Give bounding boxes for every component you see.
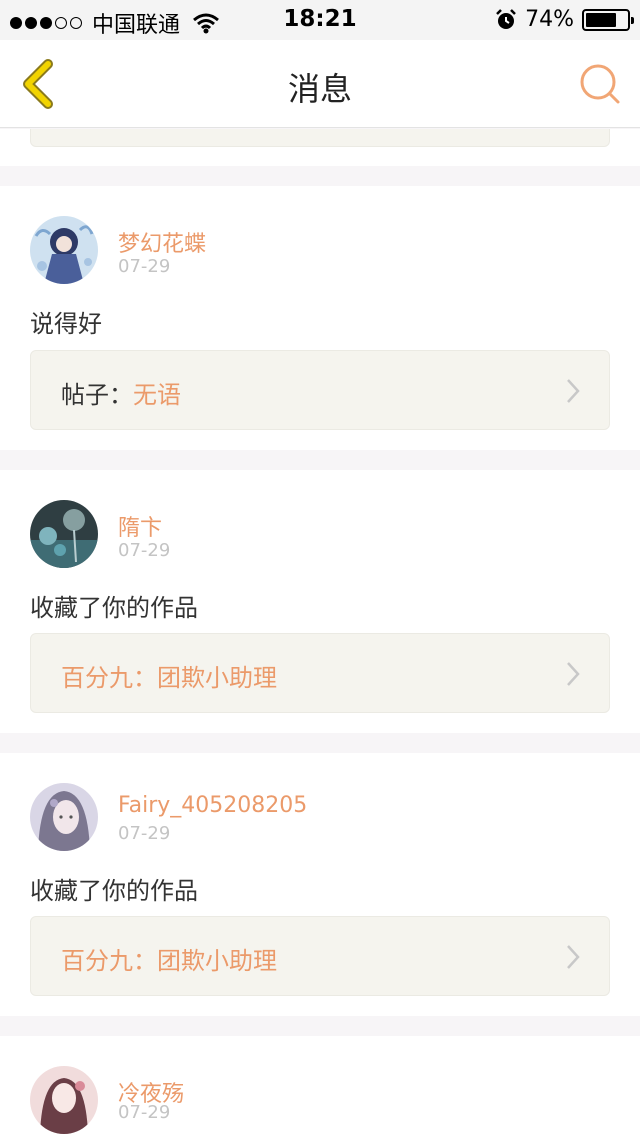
avatar[interactable]: [30, 500, 98, 568]
post-reference[interactable]: 百分九：团欺小助理: [30, 916, 610, 996]
battery-icon: [582, 8, 634, 31]
post-reference[interactable]: 帖子：无语: [30, 350, 610, 430]
reference-title: 百分九：团欺小助理: [61, 947, 277, 975]
timestamp: 07-29: [118, 823, 171, 844]
chevron-right-icon: [567, 945, 580, 969]
reference-label: 帖子：: [61, 381, 133, 409]
avatar[interactable]: [30, 783, 98, 851]
avatar[interactable]: [30, 1066, 98, 1134]
list-item: Fairy_405208205 07-29 收藏了你的作品 百分九：团欺小助理: [0, 753, 640, 1016]
navigation-bar: 消息: [0, 40, 640, 128]
reference-title: 无语: [133, 381, 181, 409]
battery-percent: 74%: [525, 7, 574, 32]
list-item: 梦幻花蝶 07-29 说得好 帖子：无语: [0, 186, 640, 450]
post-reference[interactable]: 百分九：团欺小助理: [30, 633, 610, 713]
search-icon[interactable]: [578, 62, 622, 106]
list-item: [0, 129, 640, 166]
chevron-right-icon: [567, 662, 580, 686]
status-bar: 中国联通 18:21 74%: [0, 0, 640, 40]
alarm-icon: [496, 8, 516, 29]
username[interactable]: 隋卞: [118, 510, 162, 542]
timestamp: 07-29: [118, 540, 171, 561]
list-item: 冷夜殇 07-29: [0, 1036, 640, 1136]
username[interactable]: 梦幻花蝶: [118, 226, 206, 258]
chevron-right-icon: [567, 379, 580, 403]
message-text: 说得好: [30, 310, 102, 338]
page-title: 消息: [287, 70, 352, 108]
reference-title: 百分九：团欺小助理: [61, 664, 277, 692]
message-list[interactable]: 梦幻花蝶 07-29 说得好 帖子：无语 隋卞 07-29 收藏了你的作品 百分…: [0, 129, 640, 1136]
username[interactable]: Fairy_405208205: [118, 793, 307, 818]
reference-box[interactable]: [30, 129, 610, 147]
message-text: 收藏了你的作品: [30, 877, 198, 905]
timestamp: 07-29: [118, 256, 171, 277]
timestamp: 07-29: [118, 1102, 171, 1123]
list-item: 隋卞 07-29 收藏了你的作品 百分九：团欺小助理: [0, 470, 640, 733]
avatar[interactable]: [30, 216, 98, 284]
message-text: 收藏了你的作品: [30, 594, 198, 622]
